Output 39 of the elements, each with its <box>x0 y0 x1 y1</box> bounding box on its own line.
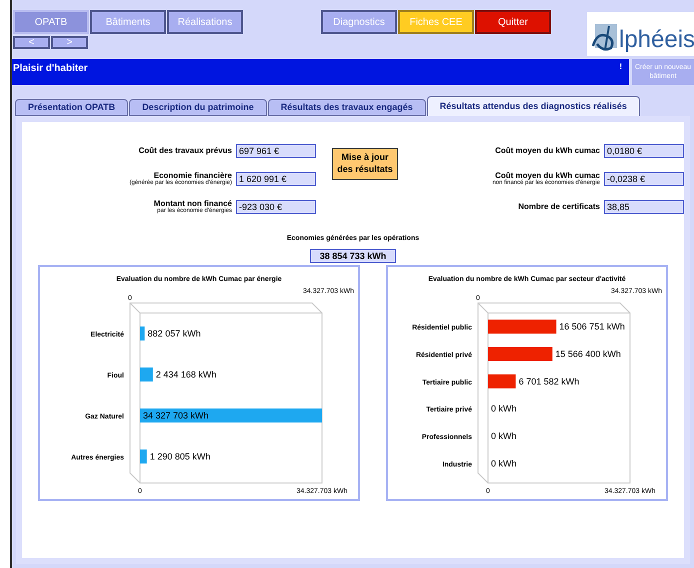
alert-mark: ! <box>619 61 623 73</box>
field-label: Coût moyen du kWh cumac <box>495 172 600 180</box>
chart-bar <box>140 367 153 381</box>
logo-text: lphéeis <box>619 28 694 52</box>
value-field[interactable]: 697 961 € <box>236 144 316 158</box>
field-label: Economie financière <box>154 172 232 180</box>
value-label: 0 kWh <box>491 403 517 414</box>
chart-bar <box>140 449 147 463</box>
value-label: 882 057 kWh <box>148 328 201 338</box>
logo-mark-icon <box>591 22 619 52</box>
value-field[interactable]: 1 620 991 € <box>236 172 316 186</box>
value-field[interactable]: -0,0238 € <box>604 172 684 186</box>
value-label: 0 kWh <box>491 430 517 440</box>
tab[interactable]: Présentation OPATB <box>15 99 128 116</box>
chart-bar <box>488 346 552 360</box>
value-field[interactable]: 38,85 <box>604 200 684 214</box>
value-field[interactable]: -923 030 € <box>236 200 316 214</box>
page-title: Plaisir d'habiter <box>13 62 88 76</box>
field-label: Montant non financé <box>154 200 232 208</box>
chart-bar <box>488 319 556 334</box>
tab[interactable]: Résultats attendus des diagnostics réalisés <box>426 96 640 116</box>
value-label: 1 290 805 kWh <box>150 451 210 461</box>
chart-bar <box>488 374 516 388</box>
field-label: Nombre de certificats <box>518 202 600 212</box>
value-label: 6 701 582 kWh <box>518 376 580 386</box>
nav-button[interactable]: Quitter <box>475 10 551 34</box>
value-label: 0 kWh <box>491 458 517 468</box>
tab[interactable]: Résultats des travaux engagés <box>268 99 426 116</box>
field-label: Coût des travaux prévus <box>138 146 232 156</box>
chart-bar <box>140 326 145 340</box>
savings-field[interactable]: 38 854 733 kWh <box>310 248 396 262</box>
tab[interactable]: Description du patrimoine <box>129 99 267 116</box>
value-field[interactable]: 0,0180 € <box>604 144 684 158</box>
value-label: 16 506 751 kWh <box>559 321 625 332</box>
value-label: 34 327 703 kWh <box>143 410 209 420</box>
update-results-button[interactable]: Mise à jour des résultats <box>332 148 398 180</box>
value-label: 2 434 168 kWh <box>156 369 216 379</box>
value-label: 15 566 400 kWh <box>555 348 621 358</box>
field-label: Coût moyen du kWh cumac <box>495 146 600 156</box>
